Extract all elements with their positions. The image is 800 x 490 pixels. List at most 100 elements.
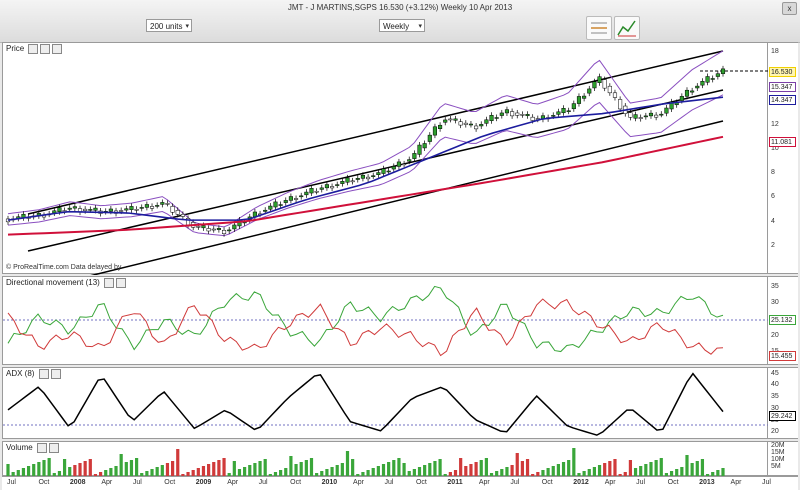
candle-body <box>427 134 432 142</box>
horizontal-line-icon[interactable] <box>586 16 612 40</box>
volume-bar <box>258 461 262 477</box>
candle-body <box>340 181 345 184</box>
time-axis-label: Apr <box>227 479 239 486</box>
adx-panel[interactable]: ADX (8) <box>2 367 769 439</box>
volume-axis: 20M 15M 10M 5M <box>768 441 798 476</box>
close-icon[interactable] <box>116 278 127 288</box>
axis-tick-label: 45 <box>771 369 779 377</box>
candle-body <box>494 117 499 119</box>
candle-body <box>144 204 149 208</box>
candle-body <box>530 116 535 121</box>
candle-body <box>510 111 515 117</box>
candle-body <box>582 95 587 99</box>
settings-icon[interactable] <box>38 369 49 379</box>
candle-body <box>366 176 371 180</box>
time-axis-label: Apr <box>353 479 364 486</box>
candle-body <box>294 198 299 200</box>
volume-bar <box>700 459 705 477</box>
chevron-down-icon: ▾ <box>185 23 189 30</box>
chart-style-icon[interactable] <box>614 16 640 40</box>
volume-bar <box>253 463 257 477</box>
candle-body <box>196 226 201 228</box>
volume-bar <box>83 461 87 477</box>
close-icon[interactable] <box>40 44 51 54</box>
candle-body <box>206 228 211 232</box>
volume-bar <box>459 458 463 477</box>
candle-body <box>438 124 443 129</box>
volume-chart-svg <box>6 448 725 477</box>
time-axis-label: Apr <box>604 479 616 486</box>
volume-bar <box>479 460 483 477</box>
axis-tick-label: 8 <box>771 169 775 177</box>
candle-body <box>654 114 659 118</box>
candle-body <box>304 191 309 196</box>
close-icon[interactable] <box>48 443 59 453</box>
close-button[interactable]: x <box>782 2 797 15</box>
candle-body <box>72 206 77 209</box>
settings-icon[interactable] <box>36 443 47 453</box>
settings-icon[interactable] <box>104 278 115 288</box>
time-axis-label: Jul <box>384 479 394 486</box>
di-plus-line <box>7 285 724 353</box>
axis-tick-label: 15M <box>771 448 785 456</box>
bollinger-lower-line <box>7 94 724 237</box>
candle-body <box>268 205 273 210</box>
time-axis-label: Oct <box>290 479 302 486</box>
time-axis-label: Oct <box>38 479 50 486</box>
volume-bar <box>299 462 303 477</box>
price-value-box: 16.530 <box>769 67 796 77</box>
period-select[interactable]: Weekly ▾ <box>379 19 425 32</box>
candle-body <box>499 112 504 116</box>
maximize-icon[interactable] <box>52 44 63 54</box>
adx-panel-header: ADX (8) <box>6 369 61 379</box>
bollinger-upper-line <box>7 50 724 228</box>
adx-line <box>7 372 724 436</box>
volume-bar <box>42 460 46 477</box>
copyright-credit: © ProRealTime.com Data delayed by <box>6 264 122 271</box>
candle-body <box>88 209 93 211</box>
chart-toolbar: JMT - J MARTINS,SGPS 16.530 (+3.12%) Wee… <box>0 0 800 43</box>
axis-tick-label: 6 <box>771 193 775 201</box>
candle-body <box>314 190 319 193</box>
candle-body <box>571 103 576 110</box>
volume-bar <box>340 463 344 477</box>
volume-bar <box>345 451 350 477</box>
candle-body <box>278 204 283 206</box>
candle-body <box>607 85 612 94</box>
axis-tick-label: 35 <box>771 393 779 401</box>
close-icon[interactable] <box>50 369 61 379</box>
dm-chart-svg <box>3 285 769 357</box>
volume-bar <box>304 460 308 477</box>
candle-body <box>602 79 607 89</box>
volume-bar <box>654 460 658 477</box>
settings-icon[interactable] <box>28 44 39 54</box>
candle-body <box>330 186 335 189</box>
time-axis-label: Jul <box>258 479 268 486</box>
time-axis-label: Oct <box>667 479 679 486</box>
volume-bar <box>176 449 180 477</box>
price-panel[interactable]: Price © ProRealTime.com Data delayed by <box>2 42 769 275</box>
candle-body <box>664 107 669 114</box>
volume-panel[interactable]: Volume <box>2 441 768 477</box>
volume-panel-title: Volume <box>6 443 33 453</box>
candle-body <box>684 89 690 97</box>
dm-panel[interactable]: Directional movement (13) <box>2 276 769 365</box>
time-axis-label: 2008 <box>69 479 86 486</box>
volume-bar <box>561 462 566 477</box>
volume-bar <box>433 461 437 477</box>
volume-bar <box>222 458 226 477</box>
candle-body <box>376 172 381 175</box>
axis-tick-label: 20M <box>771 441 785 449</box>
candle-body <box>160 202 165 205</box>
candle-body <box>679 96 684 101</box>
candle-body <box>422 143 427 149</box>
time-axis-label: 2011 <box>447 479 463 486</box>
volume-bar <box>119 454 123 477</box>
candle-body <box>170 206 175 213</box>
candle-body <box>453 118 458 121</box>
range-select[interactable]: 200 units ▾ <box>146 19 192 32</box>
volume-bar <box>608 461 612 477</box>
axis-tick-label: 4 <box>771 217 775 225</box>
volume-bar <box>695 461 699 477</box>
time-axis-label: Jul <box>132 479 142 486</box>
